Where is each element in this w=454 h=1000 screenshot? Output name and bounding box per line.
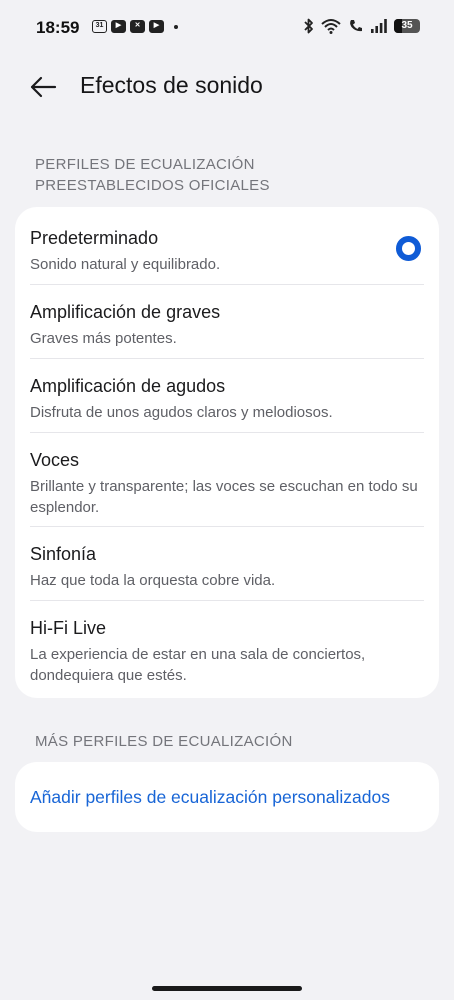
more-profiles-card: Añadir perfiles de ecualización personal… <box>15 762 439 832</box>
arrow-left-icon <box>30 76 57 98</box>
more-notifications-dot <box>174 24 178 29</box>
wifi-icon <box>321 19 341 34</box>
back-button[interactable] <box>26 70 60 104</box>
profile-description: Graves más potentes. <box>30 330 177 347</box>
profile-description: Haz que toda la orquesta cobre vida. <box>30 572 276 589</box>
profile-title: Predeterminado <box>30 228 159 248</box>
signal-icon <box>371 19 387 33</box>
profile-description: Disfruta de unos agudos claros y melodio… <box>30 404 333 421</box>
notification-icons: 31 ▶ ✕ ▶ <box>92 20 178 33</box>
preset-section-header: PERFILES DE ECUALIZACIÓN PREESTABLECIDOS… <box>35 156 270 194</box>
preset-profiles-card: Predeterminado Sonido natural y equilibr… <box>15 207 439 698</box>
home-indicator[interactable] <box>152 986 302 991</box>
youtube-icon: ▶ <box>149 20 164 33</box>
profile-item-hifi-live[interactable]: Hi-Fi Live La experiencia de estar en un… <box>15 601 439 697</box>
profile-title: Hi-Fi Live <box>30 618 107 638</box>
call-icon <box>350 20 362 32</box>
profile-item-graves[interactable]: Amplificación de graves Graves más poten… <box>15 285 439 357</box>
profile-description: Sonido natural y equilibrado. <box>30 256 221 273</box>
page-title: Efectos de sonido <box>80 72 263 98</box>
profile-title: Amplificación de graves <box>30 302 221 322</box>
status-time: 18:59 <box>36 18 80 37</box>
more-section-header: MÁS PERFILES DE ECUALIZACIÓN <box>35 733 293 750</box>
profile-description: Brillante y transparente; las voces se e… <box>30 478 418 516</box>
bluetooth-icon <box>304 18 313 34</box>
battery-level: 35 <box>401 20 413 31</box>
profile-title: Amplificación de agudos <box>30 376 226 396</box>
x-icon: ✕ <box>130 20 145 33</box>
app-header: Efectos de sonido <box>0 58 454 118</box>
calendar-icon: 31 <box>92 20 107 33</box>
profile-title: Sinfonía <box>30 544 97 564</box>
system-icons: 35 <box>304 18 420 34</box>
youtube-icon: ▶ <box>111 20 126 33</box>
profile-item-voces[interactable]: Voces Brillante y transparente; las voce… <box>15 433 439 526</box>
selected-radio-icon[interactable] <box>396 236 421 261</box>
profile-item-predeterminado[interactable]: Predeterminado Sonido natural y equilibr… <box>15 207 439 283</box>
status-bar: 18:59 31 ▶ ✕ ▶ 35 <box>0 0 454 58</box>
battery-icon: 35 <box>394 19 420 33</box>
profile-item-sinfonia[interactable]: Sinfonía Haz que toda la orquesta cobre … <box>15 527 439 599</box>
profile-title: Voces <box>30 450 80 470</box>
add-custom-profiles-button[interactable]: Añadir perfiles de ecualización personal… <box>30 787 390 808</box>
profile-description: La experiencia de estar en una sala de c… <box>30 646 366 684</box>
profile-item-agudos[interactable]: Amplificación de agudos Disfruta de unos… <box>15 359 439 431</box>
